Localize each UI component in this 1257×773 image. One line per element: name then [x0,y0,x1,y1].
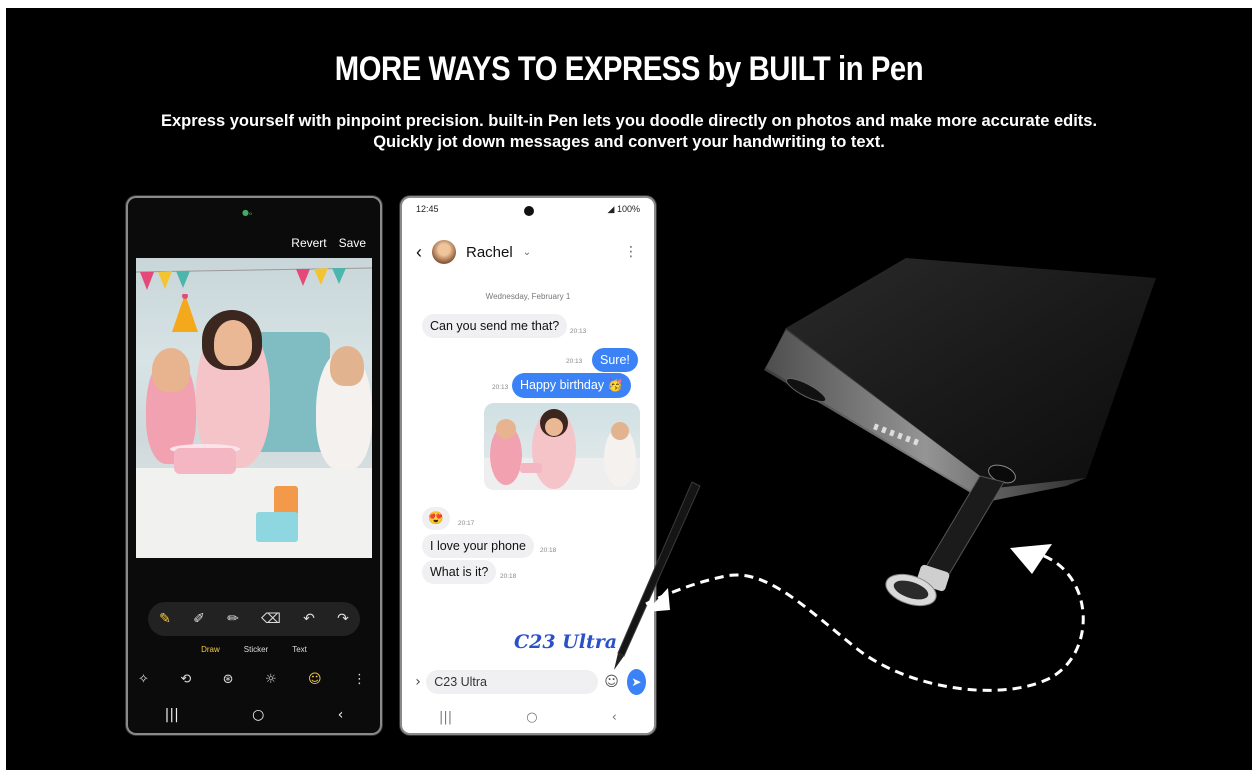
recent-apps-icon[interactable]: ||| [439,710,452,725]
back-arrow-icon[interactable]: ‹ [416,242,422,263]
avatar[interactable] [432,240,456,264]
message-incoming[interactable]: I love your phone [422,534,534,558]
mother-face [214,320,252,366]
filter-icon[interactable]: ⊛ [223,672,234,687]
table [136,468,372,558]
chat-header: ‹ Rachel ⌄ [416,240,531,264]
contact-name[interactable]: Rachel [466,244,513,261]
mode-draw[interactable]: Draw [201,645,220,654]
birthday-photo[interactable] [136,258,372,558]
girl-right-face [330,346,364,386]
message-time: 20:18 [500,573,517,580]
revert-button[interactable]: Revert [291,236,326,250]
drawing-toolbar: ✎ ✐ ✏ ⌫ ↶ ↷ [148,602,360,636]
headline: MORE WAYS TO EXPRESS by BUILT in Pen [334,50,924,88]
message-input[interactable] [426,670,599,694]
eraser-icon[interactable]: ⌫ [261,611,281,627]
editor-modes: Draw Sticker Text [128,645,380,654]
home-icon[interactable]: ○ [252,707,264,723]
recent-apps-icon[interactable]: ||| [165,707,179,723]
s-pen [885,475,1005,607]
party-hat [172,294,198,332]
message-time: 20:13 [492,384,509,391]
shared-photo[interactable] [484,403,640,490]
front-camera [524,206,534,216]
message-incoming[interactable]: What is it? [422,560,497,584]
message-time: 20:17 [458,520,475,527]
subtitle-line-2: Quickly jot down messages and convert yo… [373,133,885,151]
editor-bottom-tools: ✧ ⟲ ⊛ ☼ ☺ ⋮ [138,672,366,687]
message-incoming[interactable]: 😍 [422,507,450,530]
expand-chevron-icon[interactable]: › [410,674,426,690]
chevron-down-icon[interactable]: ⌄ [523,247,531,258]
handwriting-stroke: C23 Ultra [514,631,618,653]
pen-icon[interactable]: ✏ [227,611,239,627]
send-button[interactable]: ➤ [626,669,646,695]
back-icon[interactable]: ‹ [338,707,344,723]
phone-messages: 12:45 ◢ 100% ‹ Rachel ⌄ ⋮ Wednesday, Feb… [402,198,654,733]
more-options-icon[interactable]: ⋮ [624,244,638,260]
banner: MORE WAYS TO EXPRESS by BUILT in Pen Exp… [6,8,1252,770]
camera-icon: ●ₒ [242,208,253,217]
decorate-emoji-icon[interactable]: ☺ [308,672,322,687]
transform-icon[interactable]: ⟲ [180,672,191,687]
status-time: 12:45 [416,204,439,214]
message-outgoing[interactable]: Sure! [592,348,638,372]
girl-left-face [152,348,190,392]
birthday-cake [174,448,236,474]
send-icon: ➤ [631,675,642,689]
auto-enhance-icon[interactable]: ✧ [138,672,149,687]
message-incoming[interactable]: Can you send me that? [422,314,568,338]
subtitle-line-1: Express yourself with pinpoint precision… [160,112,1098,130]
mode-text[interactable]: Text [292,645,307,654]
save-button[interactable]: Save [339,236,366,250]
home-icon[interactable]: ○ [526,710,537,725]
back-icon[interactable]: ‹ [612,710,617,725]
shared-photo-image [484,409,640,490]
undo-icon[interactable]: ↶ [303,611,315,627]
nav-bar: ||| ○ ‹ [128,707,380,723]
date-divider: Wednesday, February 1 [485,292,571,301]
dashed-arrow [645,554,1085,692]
mode-sticker[interactable]: Sticker [244,645,268,654]
compose-bar: › ☺ ➤ [410,668,646,696]
emoji-icon[interactable]: ☺ [604,674,619,690]
arrowhead-pen [1010,544,1052,574]
gift-box [256,512,298,542]
marker-icon[interactable]: ✐ [193,611,205,627]
redo-icon[interactable]: ↷ [337,611,349,627]
pencil-icon[interactable]: ✎ [159,611,171,627]
message-outgoing[interactable]: Happy birthday 🥳 [512,373,632,398]
more-options-icon[interactable]: ⋮ [353,672,366,687]
phone-photo-editor: ●ₒ Revert Save ✎ ✐ ✏ ⌫ ↶ ↷ Draw Sticker … [128,198,380,733]
status-battery: ◢ 100% [607,204,640,214]
message-time: 20:13 [566,358,583,365]
phone-body [764,258,1156,502]
message-time: 20:13 [570,328,587,335]
message-time: 20:18 [540,547,557,554]
editor-actions: Revert Save [291,236,366,250]
brightness-icon[interactable]: ☼ [265,672,277,687]
nav-bar: ||| ○ ‹ [402,710,654,725]
signal-icon: ◢ [607,204,615,214]
